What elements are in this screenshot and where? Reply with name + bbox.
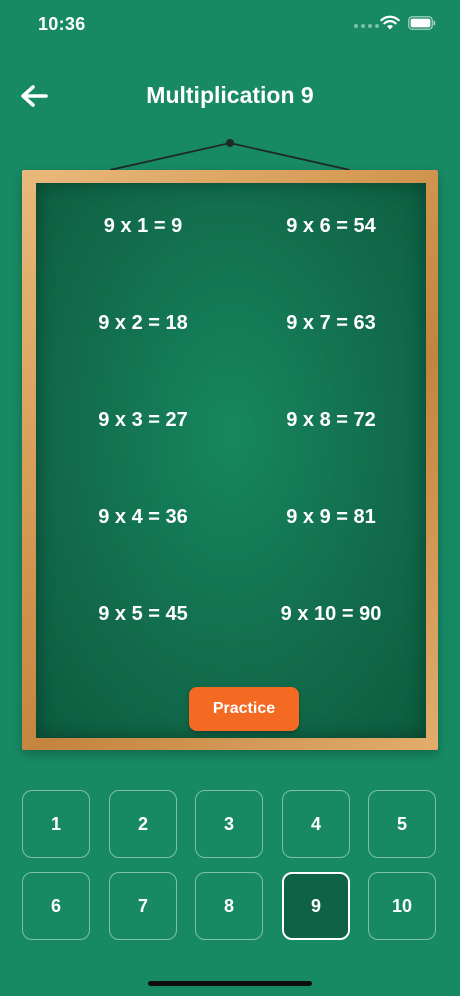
equation-7: 9 x 7 = 63	[286, 312, 376, 334]
status-bar: 10:36	[0, 0, 460, 52]
chalkboard-surface: 9 x 1 = 9 9 x 2 = 18 9 x 3 = 27 9 x 4 = …	[36, 183, 426, 738]
equation-10: 9 x 10 = 90	[280, 603, 382, 625]
equation-3: 9 x 3 = 27	[98, 409, 188, 431]
number-button-9[interactable]: 9	[282, 872, 350, 940]
wifi-icon	[380, 15, 400, 30]
number-button-5[interactable]: 5	[368, 790, 436, 858]
equation-4: 9 x 4 = 36	[98, 506, 188, 528]
chalkboard: 9 x 1 = 9 9 x 2 = 18 9 x 3 = 27 9 x 4 = …	[22, 170, 438, 750]
number-button-6[interactable]: 6	[22, 872, 90, 940]
equation-9: 9 x 9 = 81	[286, 506, 376, 528]
page-title: Multiplication 9	[146, 82, 314, 108]
battery-icon	[408, 16, 436, 30]
number-button-3[interactable]: 3	[195, 790, 263, 858]
number-button-7[interactable]: 7	[109, 872, 177, 940]
header: Multiplication 9	[0, 70, 460, 122]
home-indicator	[148, 981, 312, 986]
number-button-1[interactable]: 1	[22, 790, 90, 858]
signal-dots-icon	[354, 24, 379, 28]
number-selector: 1 2 3 4 5 6 7 8 9 10	[22, 790, 438, 942]
practice-button[interactable]: Practice	[189, 687, 299, 731]
equation-1: 9 x 1 = 9	[103, 215, 183, 237]
equation-2: 9 x 2 = 18	[98, 312, 188, 334]
status-time: 10:36	[38, 14, 86, 34]
number-button-10[interactable]: 10	[368, 872, 436, 940]
equation-5: 9 x 5 = 45	[98, 603, 188, 625]
number-button-8[interactable]: 8	[195, 872, 263, 940]
equation-8: 9 x 8 = 72	[286, 409, 376, 431]
number-button-2[interactable]: 2	[109, 790, 177, 858]
number-button-4[interactable]: 4	[282, 790, 350, 858]
equation-6: 9 x 6 = 54	[286, 215, 376, 237]
